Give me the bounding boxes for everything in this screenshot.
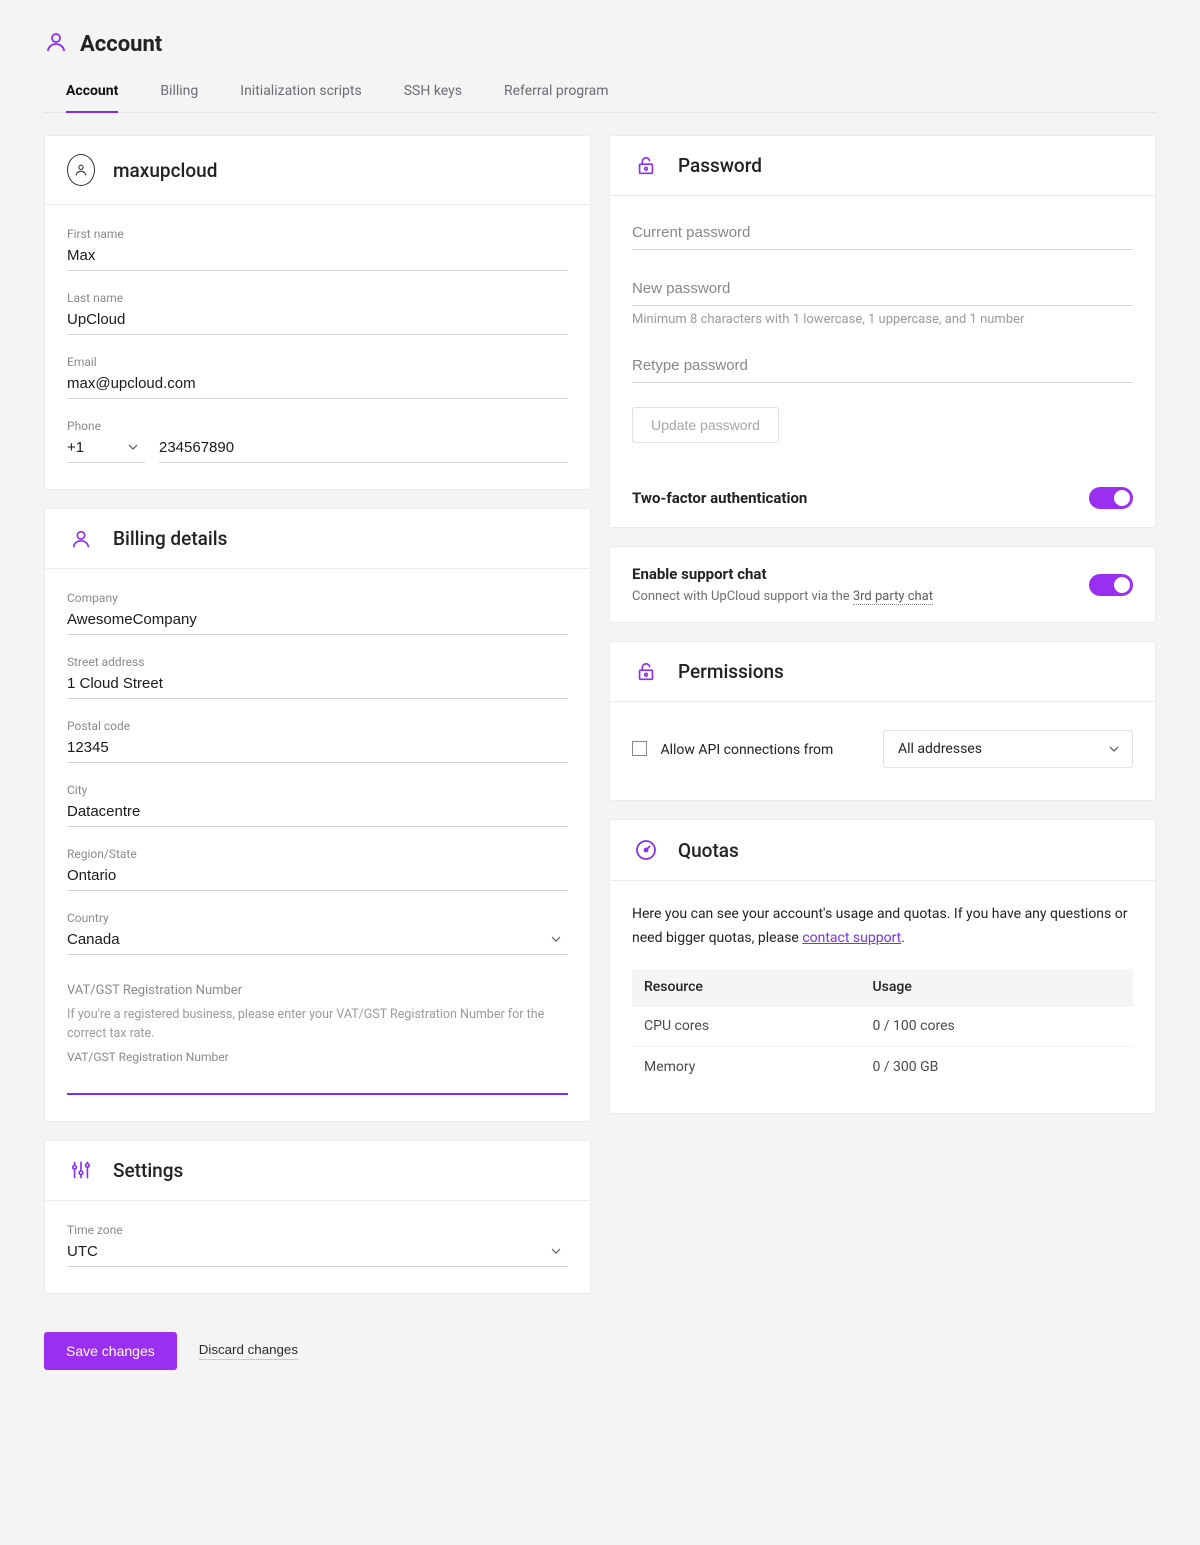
region-label: Region/State	[67, 847, 568, 861]
region-input[interactable]	[67, 863, 568, 891]
update-password-button[interactable]: Update password	[632, 407, 779, 443]
vat-input[interactable]	[67, 1066, 568, 1095]
profile-card: maxupcloud First name Last name Email	[44, 135, 591, 490]
quotas-title: Quotas	[678, 839, 739, 862]
table-row: CPU cores 0 / 100 cores	[632, 1005, 1133, 1046]
vat-label: VAT/GST Registration Number	[67, 1050, 568, 1064]
tz-select[interactable]	[67, 1239, 568, 1267]
country-select[interactable]	[67, 927, 568, 955]
email-input[interactable]	[67, 371, 568, 399]
tabs: Account Billing Initialization scripts S…	[44, 73, 1156, 113]
postal-input[interactable]	[67, 735, 568, 763]
gauge-icon	[632, 838, 660, 862]
postal-label: Postal code	[67, 719, 568, 733]
sliders-icon	[67, 1159, 95, 1181]
twofa-title: Two-factor authentication	[632, 489, 807, 507]
password-card: Password Minimum 8 characters with 1 low…	[609, 135, 1156, 528]
city-input[interactable]	[67, 799, 568, 827]
twofa-toggle[interactable]	[1089, 487, 1133, 509]
first-name-input[interactable]	[67, 243, 568, 271]
quotas-table: Resource Usage CPU cores 0 / 100 cores M…	[632, 969, 1133, 1087]
settings-title: Settings	[113, 1159, 183, 1182]
billing-title: Billing details	[113, 527, 227, 550]
permissions-card: Permissions Allow API connections from A…	[609, 641, 1156, 801]
third-party-chat-link[interactable]: 3rd party chat	[853, 589, 933, 605]
phone-label: Phone	[67, 419, 568, 433]
api-label: Allow API connections from	[660, 742, 833, 758]
current-password-input[interactable]	[632, 218, 1133, 250]
password-hint: Minimum 8 characters with 1 lowercase, 1…	[632, 312, 1133, 327]
tab-billing[interactable]: Billing	[160, 73, 198, 112]
email-label: Email	[67, 355, 568, 369]
phone-number-input[interactable]	[159, 435, 568, 463]
support-title: Enable support chat	[632, 565, 933, 583]
vat-help: If you're a registered business, please …	[67, 1006, 568, 1044]
page-title: Account	[80, 32, 162, 57]
lock-icon	[632, 155, 660, 177]
api-addresses-select[interactable]: All addresses	[883, 730, 1133, 768]
user-icon	[44, 30, 68, 58]
tab-ssh-keys[interactable]: SSH keys	[404, 73, 462, 112]
tab-account[interactable]: Account	[66, 73, 118, 113]
tz-label: Time zone	[67, 1223, 568, 1237]
support-card: Enable support chat Connect with UpCloud…	[609, 546, 1156, 623]
support-sub: Connect with UpCloud support via the 3rd…	[632, 589, 933, 604]
lock-icon	[632, 661, 660, 683]
col-usage: Usage	[860, 969, 1133, 1006]
last-name-label: Last name	[67, 291, 568, 305]
discard-button[interactable]: Discard changes	[199, 1342, 298, 1360]
page-header: Account	[44, 30, 1156, 58]
street-label: Street address	[67, 655, 568, 669]
tab-init-scripts[interactable]: Initialization scripts	[240, 73, 361, 112]
quotas-intro: Here you can see your account's usage an…	[632, 903, 1133, 951]
permissions-title: Permissions	[678, 660, 784, 683]
password-title: Password	[678, 154, 762, 177]
contact-support-link[interactable]: contact support	[802, 930, 901, 946]
billing-card: Billing details Company Street address P…	[44, 508, 591, 1122]
api-checkbox[interactable]	[632, 741, 647, 756]
company-label: Company	[67, 591, 568, 605]
retype-password-input[interactable]	[632, 351, 1133, 383]
vat-heading: VAT/GST Registration Number	[67, 983, 568, 998]
city-label: City	[67, 783, 568, 797]
first-name-label: First name	[67, 227, 568, 241]
col-resource: Resource	[632, 969, 860, 1006]
company-input[interactable]	[67, 607, 568, 635]
country-label: Country	[67, 911, 568, 925]
username: maxupcloud	[113, 159, 217, 182]
street-input[interactable]	[67, 671, 568, 699]
quotas-card: Quotas Here you can see your account's u…	[609, 819, 1156, 1114]
billing-user-icon	[67, 528, 95, 550]
settings-card: Settings Time zone	[44, 1140, 591, 1294]
table-row: Memory 0 / 300 GB	[632, 1046, 1133, 1087]
support-toggle[interactable]	[1089, 574, 1133, 596]
form-actions: Save changes Discard changes	[44, 1332, 591, 1370]
phone-code-select[interactable]	[67, 435, 145, 463]
chevron-down-icon	[1106, 741, 1122, 761]
user-circle-icon	[67, 154, 95, 186]
new-password-input[interactable]	[632, 274, 1133, 306]
last-name-input[interactable]	[67, 307, 568, 335]
save-button[interactable]: Save changes	[44, 1332, 177, 1370]
tab-referral[interactable]: Referral program	[504, 73, 609, 112]
